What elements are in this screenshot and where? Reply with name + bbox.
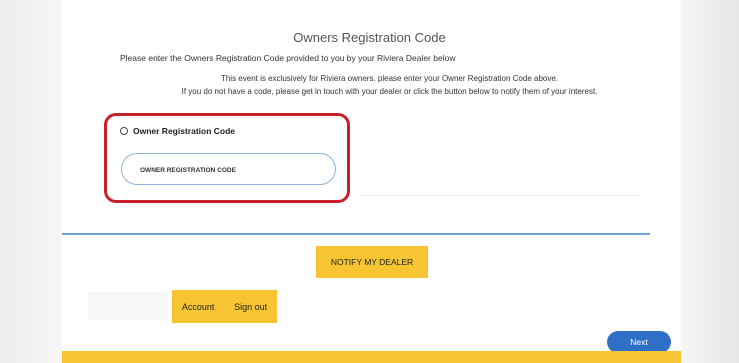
radio-label: Owner Registration Code [133,126,236,136]
code-input-wrapper[interactable] [121,153,336,185]
divider [360,195,640,196]
sign-out-link[interactable]: Sign out [234,302,267,312]
account-bar: Account Sign out [172,290,277,323]
page-title: Owners Registration Code [293,30,446,45]
footer-bar [62,351,681,363]
account-link[interactable]: Account [182,302,215,312]
radio-button[interactable] [120,127,128,135]
notice-line-2: If you do not have a code, please get in… [181,87,598,96]
next-button[interactable]: Next [607,331,671,353]
instruction-text: Please enter the Owners Registration Cod… [120,53,456,63]
notice-line-1: This event is exclusively for Riviera ow… [220,74,559,83]
blank-area [88,292,168,320]
background-right [681,0,739,363]
notice-text: This event is exclusively for Riviera ow… [80,72,699,98]
owner-registration-code-input[interactable] [140,167,320,174]
owner-code-radio-option[interactable]: Owner Registration Code [120,126,235,136]
notify-dealer-button[interactable]: NOTIFY MY DEALER [316,246,428,278]
section-divider [62,233,650,235]
background-left [0,0,62,363]
